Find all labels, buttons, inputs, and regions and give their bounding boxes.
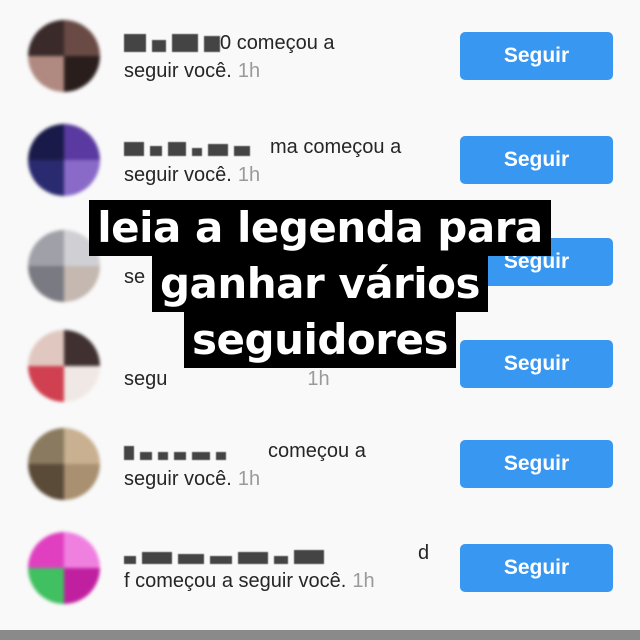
- timestamp: 1h: [352, 570, 375, 592]
- avatar[interactable]: [28, 428, 100, 500]
- notification-text: f começou a seguir você. 1h: [124, 570, 375, 592]
- timestamp: 1h: [307, 368, 330, 390]
- follow-button[interactable]: Seguir: [460, 136, 613, 184]
- story-text-overlay: leia a legenda para ganhar vários seguid…: [0, 200, 640, 368]
- overlay-text-line: seguidores: [184, 312, 456, 368]
- follow-button[interactable]: Seguir: [460, 544, 613, 592]
- overlay-text-line: leia a legenda para: [89, 200, 551, 256]
- notification-action: começou a: [268, 440, 366, 462]
- follow-button[interactable]: Seguir: [460, 32, 613, 80]
- notification-action: 0 começou a: [220, 32, 335, 54]
- timestamp: 1h: [237, 60, 261, 82]
- timestamp: 1h: [237, 468, 261, 490]
- avatar[interactable]: [28, 532, 100, 604]
- notification-action: d: [418, 542, 430, 564]
- follow-button[interactable]: Seguir: [460, 440, 613, 488]
- notification-text: seguir você. 1h: [124, 164, 261, 186]
- censored-username[interactable]: [124, 446, 226, 460]
- avatar[interactable]: [28, 20, 100, 92]
- list-item: 0 começou a seguir você. 1h Seguir: [0, 8, 640, 112]
- censored-username[interactable]: [124, 550, 324, 564]
- notification-text: seguir você. 1h: [124, 60, 261, 82]
- notification-text: seguir você. 1h: [124, 468, 261, 490]
- avatar[interactable]: [28, 124, 100, 196]
- notification-text: segu 1h: [124, 368, 330, 390]
- notification-action: ma começou a: [270, 136, 402, 158]
- timestamp: 1h: [237, 164, 261, 186]
- list-item: começou a seguir você. 1h Seguir: [0, 424, 640, 528]
- censored-username[interactable]: [124, 34, 220, 52]
- overlay-text-line: ganhar vários: [151, 256, 489, 312]
- bottom-edge: [0, 630, 640, 640]
- list-item: d f começou a seguir você. 1h Seguir: [0, 528, 640, 632]
- censored-username[interactable]: [124, 142, 250, 156]
